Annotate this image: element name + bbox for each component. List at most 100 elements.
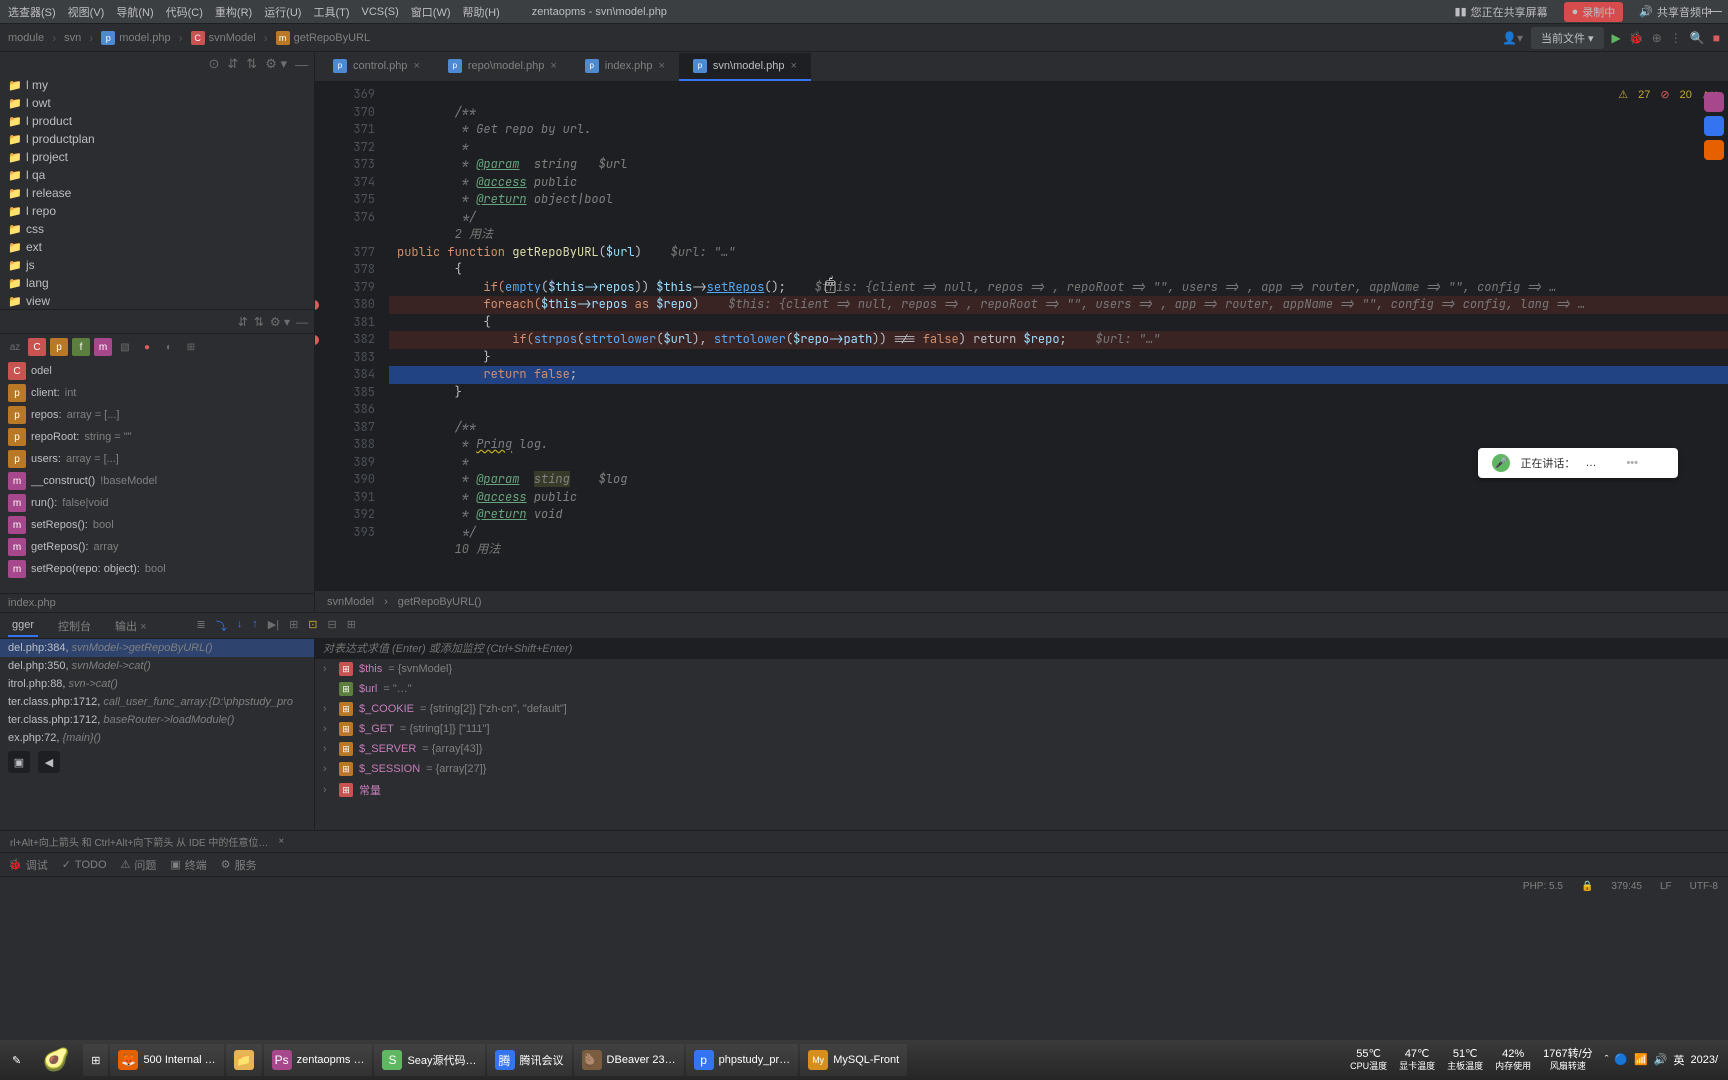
debug-button[interactable]: 🐞 <box>1629 31 1644 45</box>
search-button[interactable]: 🔍 <box>1690 31 1705 45</box>
filter-method-icon[interactable]: m <box>94 338 112 356</box>
recording-indicator[interactable]: ●录制中 <box>1564 2 1624 22</box>
taskbar-app[interactable]: SSeay源代码… <box>374 1044 484 1076</box>
code-content[interactable]: /** * Get repo by url. * * @param string… <box>389 82 1728 590</box>
debug-tool-tab[interactable]: 🐞调试 <box>8 857 48 873</box>
php-version[interactable]: PHP: 5.5 <box>1523 881 1563 892</box>
breadcrumb-item[interactable]: model.php <box>119 32 170 44</box>
variable-row[interactable]: ›⊞$_SERVER = {array[43]} <box>315 739 1728 759</box>
breadcrumb-element[interactable]: getRepoByURL() <box>398 596 482 608</box>
settings-icon[interactable]: ⚙ ▾ <box>270 315 290 329</box>
stack-frame[interactable]: ter.class.php:1712, call_user_func_array… <box>0 693 314 711</box>
watch-input[interactable] <box>315 639 1728 659</box>
filter-field-icon[interactable]: f <box>72 338 90 356</box>
toolbar-icon[interactable]: ⊞ <box>347 618 356 634</box>
structure-method[interactable]: msetRepo(repo: object): bool <box>0 558 314 580</box>
hide-icon[interactable]: — <box>296 315 308 329</box>
collapse-icon[interactable]: ⇅ <box>254 315 264 329</box>
problems-tool-tab[interactable]: ⚠问题 <box>121 857 157 873</box>
tree-folder[interactable]: l my <box>0 76 314 94</box>
taskbar-app[interactable]: 📁 <box>226 1044 262 1076</box>
taskbar-search[interactable]: ✎ <box>4 1044 29 1076</box>
breakpoint-icon[interactable] <box>315 335 319 345</box>
minimize-button[interactable]: — <box>1708 2 1722 18</box>
menu-navigate[interactable]: 导航(N) <box>116 4 153 20</box>
more-run-icon[interactable]: ⋮ <box>1670 31 1682 45</box>
firefox-icon[interactable] <box>1704 140 1724 160</box>
lock-icon[interactable]: 🔒 <box>1581 881 1593 892</box>
structure-method[interactable]: m__construct() !baseModel <box>0 470 314 492</box>
stop-icon[interactable]: ■ <box>1713 31 1720 45</box>
taskbar-app[interactable]: pphpstudy_pr… <box>686 1044 799 1076</box>
collapse-icon[interactable]: ⇅ <box>246 56 257 72</box>
terminal-tool-tab[interactable]: ▣终端 <box>170 857 206 873</box>
expand-icon[interactable]: ⇵ <box>227 56 238 72</box>
taskbar-app[interactable]: 腾腾讯会议 <box>487 1044 572 1076</box>
tree-folder[interactable]: l repo <box>0 202 314 220</box>
tree-folder[interactable]: view <box>0 292 314 309</box>
code-editor[interactable]: ⚠27 ⊘20 ∧∨ 36937037137237337437537637737… <box>315 82 1728 590</box>
breadcrumb-element[interactable]: svnModel <box>327 596 374 608</box>
services-tool-tab[interactable]: ⚙服务 <box>221 857 257 873</box>
variable-row[interactable]: ›⊞常量 <box>315 779 1728 801</box>
step-out-icon[interactable]: ↑ <box>252 618 258 634</box>
stack-frame[interactable]: ter.class.php:1712, baseRouter->loadModu… <box>0 711 314 729</box>
menu-run[interactable]: 运行(U) <box>264 4 301 20</box>
close-icon[interactable]: × <box>790 60 796 72</box>
structure-list[interactable]: Codel pclient: int prepos: array = [...]… <box>0 360 314 593</box>
tree-folder[interactable]: l release <box>0 184 314 202</box>
step-back-icon[interactable]: ◀ <box>38 751 60 773</box>
stack-frame[interactable]: del.php:384, svnModel->getRepoByURL() <box>0 639 314 657</box>
todo-tool-tab[interactable]: ✓TODO <box>62 858 107 871</box>
hide-icon[interactable]: — <box>295 57 308 72</box>
stack-frame[interactable]: del.php:350, svnModel->cat() <box>0 657 314 675</box>
editor-tab[interactable]: pindex.php× <box>571 53 679 81</box>
filter-icon[interactable]: ▧ <box>116 338 134 356</box>
menu-selector[interactable]: 选查器(S) <box>8 4 56 20</box>
filter-class-icon[interactable]: C <box>28 338 46 356</box>
sort-alpha-icon[interactable]: az <box>6 338 24 356</box>
breadcrumb-item[interactable]: module <box>8 32 44 44</box>
close-icon[interactable]: × <box>413 60 419 72</box>
sort-icon[interactable]: ⇵ <box>238 315 248 329</box>
editor-tab[interactable]: pcontrol.php× <box>319 53 434 81</box>
run-button[interactable]: ▶ <box>1612 31 1621 45</box>
toolbar-icon[interactable]: ⊡ <box>308 618 317 634</box>
clock[interactable]: 2023/ <box>1690 1054 1718 1066</box>
tree-folder[interactable]: l owt <box>0 94 314 112</box>
menu-tools[interactable]: 工具(T) <box>313 4 349 20</box>
coverage-button[interactable]: ⊕ <box>1652 31 1662 45</box>
breakpoint-icon[interactable] <box>315 300 319 310</box>
variable-row[interactable]: ›⊞$_COOKIE = {string[2]} ["zh-cn", "defa… <box>315 699 1728 719</box>
tree-folder[interactable]: l product <box>0 112 314 130</box>
taskbar-app[interactable]: Pszentaopms … <box>264 1044 373 1076</box>
stack-frame[interactable]: itrol.php:88, svn->cat() <box>0 675 314 693</box>
variable-row[interactable]: ›⊞$_SESSION = {array[27]} <box>315 759 1728 779</box>
tree-folder[interactable]: l productplan <box>0 130 314 148</box>
taskbar-app[interactable]: 🦫DBeaver 23… <box>574 1044 684 1076</box>
toolbar-icon[interactable]: ⊟ <box>328 618 337 634</box>
structure-property[interactable]: pclient: int <box>0 382 314 404</box>
variable-row[interactable]: ›⊞$this = {svnModel} <box>315 659 1728 679</box>
variable-row[interactable]: ›⊞$_GET = {string[1]} ["111"] <box>315 719 1728 739</box>
editor-tab[interactable]: prepo\model.php× <box>434 53 571 81</box>
menu-vcs[interactable]: VCS(S) <box>362 6 399 18</box>
structure-method[interactable]: msetRepos(): bool <box>0 514 314 536</box>
close-icon[interactable]: × <box>278 836 284 847</box>
settings-icon[interactable]: ⚙ ▾ <box>265 56 287 72</box>
editor-tab-active[interactable]: psvn\model.php× <box>679 53 811 81</box>
eval-icon[interactable]: ⊞ <box>289 618 298 634</box>
tray-icon[interactable]: 🔵 <box>1614 1053 1628 1066</box>
console-tab[interactable]: 控制台 <box>54 614 95 638</box>
variables-panel[interactable]: ›⊞$this = {svnModel} ⊞$url = "…" ›⊞$_COO… <box>315 639 1728 830</box>
volume-icon[interactable]: 🔊 <box>1654 1053 1668 1066</box>
structure-method[interactable]: mgetRepos(): array <box>0 536 314 558</box>
taskbar-app[interactable]: 🦊500 Internal … <box>110 1044 223 1076</box>
speaking-indicator[interactable]: 🎤 正在讲话：… ••• <box>1478 448 1678 478</box>
menu-help[interactable]: 帮助(H) <box>463 4 500 20</box>
close-icon[interactable]: × <box>550 60 556 72</box>
user-icon[interactable]: 👤▾ <box>1502 31 1523 45</box>
menu-window[interactable]: 窗口(W) <box>411 4 451 20</box>
cursor-position[interactable]: 379:45 <box>1611 881 1642 892</box>
tree-folder[interactable]: ext <box>0 238 314 256</box>
